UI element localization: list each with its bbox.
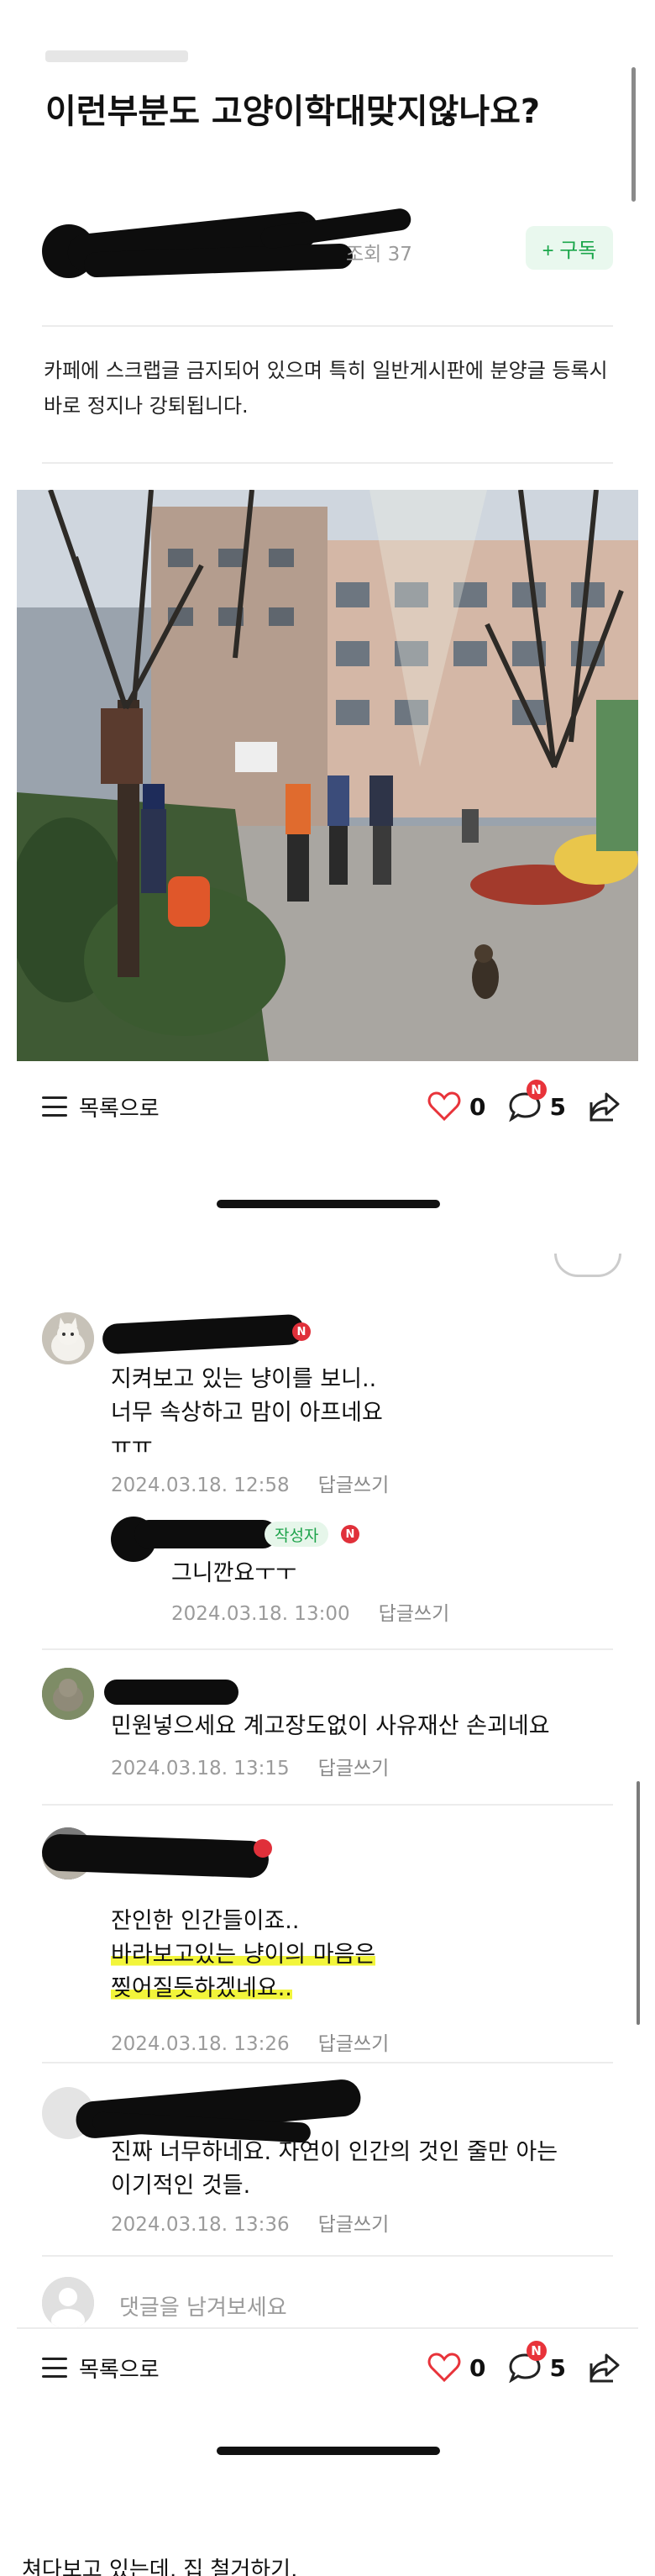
divider <box>42 2255 613 2257</box>
post-action-bar: 목록으로 0 N 5 <box>42 2341 621 2393</box>
comment: N 지켜보고 있는 냥이를 보니.. 너무 속상하고 맘이 아프네요 ㅠㅠ 20… <box>42 1311 621 1504</box>
redacted-nickname <box>102 1313 305 1355</box>
like-button[interactable]: 0 <box>427 2353 486 2383</box>
comment-line: 진짜 너무하네요. 자연이 인간의 것인 줄만 아는 <box>111 2139 558 2165</box>
share-button[interactable] <box>588 1091 621 1122</box>
comment-line: 그니깐요ㅜㅜ <box>171 1560 297 1586</box>
list-button[interactable]: 목록으로 <box>42 2353 160 2384</box>
cafe-notice: 카페에 스크랩글 금지되어 있으며 특히 일반게시판에 분양글 등록시 바로 정… <box>44 359 608 418</box>
comment: 진짜 너무하네요. 자연이 인간의 것인 줄만 아는 이기적인 것들. 2024… <box>42 2078 621 2237</box>
comment-reply: 작성자 N 그니깐요ㅜㅜ 2024.03.18. 13:00 답글쓰기 <box>42 1508 621 1626</box>
new-badge: N <box>292 1322 311 1341</box>
comment-date: 2024.03.18. 13:36 <box>111 2214 290 2236</box>
comment-line: 이기적인 것들. <box>111 2173 251 2199</box>
comment-text: 민원넣으세요 계고장도없이 사유재산 손괴네요 <box>111 1710 550 1743</box>
post-photo[interactable] <box>17 490 638 1061</box>
post-title: 이런부분도 고양이학대맞지않나요? <box>45 92 541 131</box>
comment-line: 민원넣으세요 계고장도없이 사유재산 손괴네요 <box>111 1713 550 1739</box>
share-button[interactable] <box>588 2352 621 2384</box>
cropped-header-text <box>45 50 188 62</box>
new-badge: N <box>341 1525 359 1543</box>
new-badge: N <box>526 1080 547 1100</box>
post-photo-scene <box>17 490 638 1061</box>
share-icon <box>590 1092 620 1122</box>
cropped-element <box>554 1254 621 1277</box>
list-button-label: 목록으로 <box>79 2357 160 2383</box>
comment-text: 진짜 너무하네요. 자연이 인간의 것인 줄만 아는 이기적인 것들. <box>111 2136 558 2203</box>
home-indicator <box>217 2447 440 2455</box>
comment-count: 5 <box>549 2353 566 2382</box>
comment-meta: 2024.03.18. 13:00 답글쓰기 <box>171 1597 449 1626</box>
redacted-nickname <box>104 1680 238 1705</box>
comment-text: 지켜보고 있는 냥이를 보니.. 너무 속상하고 맘이 아프네요 ㅠㅠ <box>111 1363 383 1464</box>
comment-meta: 2024.03.18. 12:58 답글쓰기 <box>111 1469 389 1497</box>
like-button[interactable]: 0 <box>427 1091 486 1122</box>
redacted-nickname <box>134 1520 277 1548</box>
heart-icon <box>427 2353 461 2383</box>
reply-button[interactable]: 답글쓰기 <box>318 2214 390 2236</box>
highlighted-text: 바라보고있는 냥이의 마음은 <box>111 1942 376 1968</box>
comment-line: 너무 속상하고 맘이 아프네요 <box>111 1400 383 1426</box>
view-count: 조회 37 <box>346 244 412 265</box>
like-count: 0 <box>469 1092 486 1121</box>
comment: 민원넣으세요 계고장도없이 사유재산 손괴네요 2024.03.18. 13:1… <box>42 1668 621 1780</box>
reply-button[interactable]: 답글쓰기 <box>318 2033 390 2055</box>
comment-button[interactable]: N 5 <box>508 2341 566 2383</box>
list-button[interactable]: 목록으로 <box>42 1091 160 1122</box>
comment-date: 2024.03.18. 13:26 <box>111 2033 290 2055</box>
comment-text: 잔인한 인간들이죠.. 바라보고있는 냥이의 마음은 찢어질듯하겠네요.. <box>111 1905 376 2006</box>
new-badge <box>254 1839 272 1858</box>
comment-line: ㅠㅠ <box>111 1433 153 1459</box>
reply-button[interactable]: 답글쓰기 <box>379 1603 450 1625</box>
comment-line: 잔인한 인간들이죠.. <box>111 1908 300 1934</box>
comment-count: 5 <box>549 1092 566 1121</box>
comment-date: 2024.03.18. 12:58 <box>111 1475 290 1496</box>
list-button-label: 목록으로 <box>79 1096 160 1122</box>
share-icon <box>590 2353 620 2383</box>
home-indicator <box>217 1200 440 1208</box>
comment-line: 바라보고있는 냥이의 마음은 <box>111 1938 376 1972</box>
avatar[interactable] <box>42 1668 94 1720</box>
comment-meta: 2024.03.18. 13:15 답글쓰기 <box>111 1752 389 1780</box>
divider <box>42 462 613 464</box>
author-row: 조회 37 + 구독 <box>42 207 613 281</box>
divider <box>42 1804 613 1806</box>
divider <box>42 2062 613 2063</box>
avatar[interactable] <box>42 1312 94 1364</box>
comment-meta: 2024.03.18. 13:36 답글쓰기 <box>111 2208 389 2237</box>
post-action-bar: 목록으로 0 N 5 <box>42 1080 621 1132</box>
comment-button[interactable]: N 5 <box>508 1080 566 1122</box>
heart-icon <box>427 1091 461 1122</box>
redacted-nickname <box>41 1833 270 1879</box>
comment-line: 찢어질듯하겠네요.. <box>111 1972 375 2006</box>
comment-line: 지켜보고 있는 냥이를 보니.. <box>111 1366 377 1392</box>
divider <box>42 1648 613 1650</box>
comment-meta: 2024.03.18. 13:26 답글쓰기 <box>111 2027 389 2056</box>
reply-button[interactable]: 답글쓰기 <box>318 1758 390 1780</box>
comment-input-row[interactable]: 댓글을 남겨보세요 <box>42 2277 621 2329</box>
comment-text: 그니깐요ㅜㅜ <box>171 1557 296 1590</box>
screenshot-page: 이런부분도 고양이학대맞지않나요? 조회 37 + 구독 카페에 스크랩글 금지… <box>0 0 655 2576</box>
divider <box>17 2327 638 2329</box>
reply-button[interactable]: 답글쓰기 <box>318 1475 390 1496</box>
caption: 쳐다보고 있는데, 집 철거하기. <box>22 2558 298 2576</box>
comment-date: 2024.03.18. 13:15 <box>111 1758 290 1780</box>
new-badge: N <box>526 2341 547 2361</box>
subscribe-button[interactable]: + 구독 <box>526 226 613 270</box>
user-icon <box>42 2277 94 2329</box>
comment: 잔인한 인간들이죠.. 바라보고있는 냥이의 마음은 찢어질듯하겠네요.. 20… <box>41 1827 621 2056</box>
scrollbar[interactable] <box>631 67 636 202</box>
like-count: 0 <box>469 2353 486 2382</box>
scrollbar[interactable] <box>637 1781 640 2025</box>
divider <box>42 325 613 327</box>
author-tag: 작성자 <box>265 1522 329 1547</box>
comment-input[interactable]: 댓글을 남겨보세요 <box>119 2290 287 2321</box>
menu-icon <box>42 1096 67 1117</box>
avatar <box>42 2277 94 2329</box>
menu-icon <box>42 2358 67 2378</box>
comment-date: 2024.03.18. 13:00 <box>171 1603 350 1625</box>
highlighted-text: 찢어질듯하겠네요.. <box>111 1975 292 2001</box>
